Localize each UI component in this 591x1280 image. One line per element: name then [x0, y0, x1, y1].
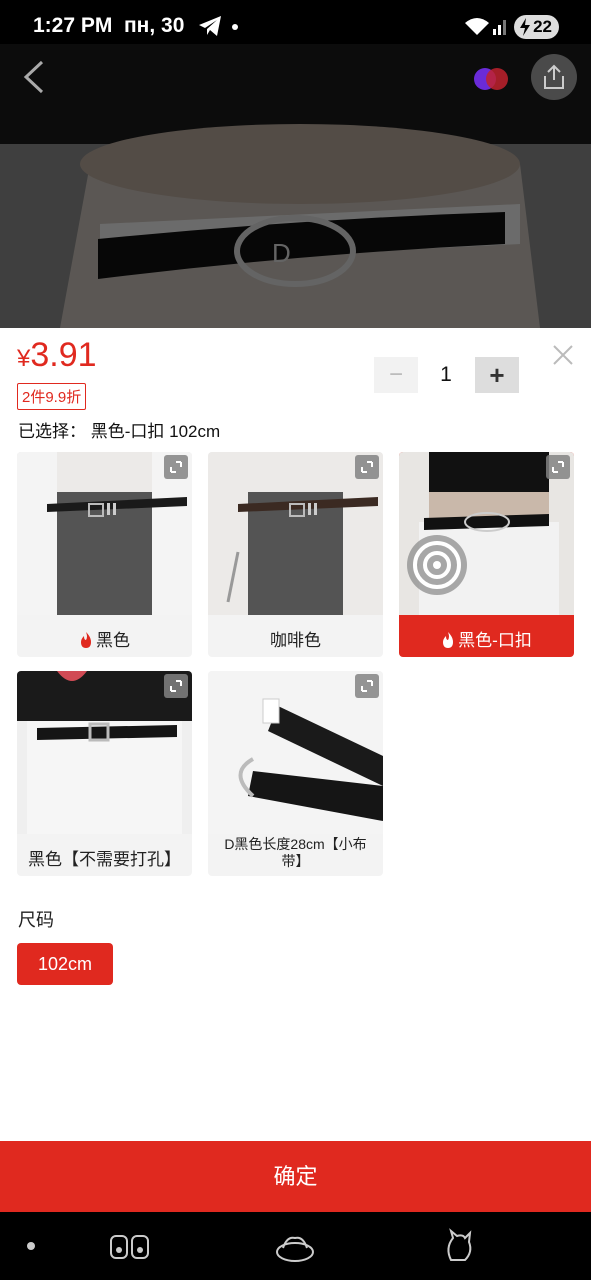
expand-icon[interactable]	[355, 674, 379, 698]
option-black[interactable]: 黑色	[17, 452, 192, 657]
option-label: 黑色-口扣	[399, 626, 574, 651]
option-label: 咖啡色	[270, 631, 321, 650]
option-label: 黑色	[17, 626, 192, 651]
size-title: 尺码	[18, 910, 54, 930]
option-label-text: 黑色-口扣	[458, 631, 532, 650]
telegram-icon	[199, 16, 221, 36]
quantity-value[interactable]: 1	[426, 363, 466, 387]
status-bar: 1:27 PM пн, 30 22	[0, 0, 591, 44]
price-value: 3.91	[30, 336, 97, 374]
confirm-button[interactable]: 确定	[0, 1141, 591, 1212]
notification-dot-icon	[232, 24, 238, 30]
cat-icon[interactable]	[437, 1228, 481, 1264]
expand-icon[interactable]	[546, 455, 570, 479]
quantity-increase-button[interactable]: +	[475, 357, 519, 393]
selected-prefix: 已选择：	[18, 422, 86, 441]
expand-icon[interactable]	[355, 455, 379, 479]
expand-icon[interactable]	[164, 455, 188, 479]
option-black-buckle[interactable]: 黑色-口扣	[399, 452, 574, 657]
share-button[interactable]	[531, 54, 577, 100]
cat-bed-icon[interactable]	[273, 1228, 317, 1264]
size-option-102cm[interactable]: 102cm	[17, 943, 113, 985]
signal-icon	[493, 20, 506, 35]
close-icon[interactable]	[552, 344, 574, 366]
price: ¥3.91	[17, 336, 97, 375]
fire-icon	[81, 632, 91, 648]
favorite-icon[interactable]	[468, 56, 514, 102]
option-label: 黑色【不需要打孔】	[28, 850, 181, 869]
expand-icon[interactable]	[164, 674, 188, 698]
option-label-text: 黑色	[96, 631, 130, 650]
back-arrow-icon[interactable]	[20, 60, 50, 94]
option-black-no-holes[interactable]: 黑色【不需要打孔】	[17, 671, 192, 876]
selected-value: 黑色-口扣 102cm	[90, 422, 221, 441]
status-date: пн, 30	[124, 14, 185, 37]
selected-summary: 已选择： 黑色-口扣 102cm	[18, 417, 220, 442]
option-d-ring-cloth[interactable]: D黑色长度28cm【小布带】	[208, 671, 383, 876]
price-currency: ¥	[17, 345, 31, 372]
share-icon	[544, 64, 564, 89]
battery-level: 22	[533, 17, 552, 36]
quantity-decrease-button[interactable]: −	[374, 357, 418, 393]
sku-selection-sheet: ¥3.91 2件9.9折 已选择： 黑色-口扣 102cm − 1 + 黑色 咖…	[0, 328, 591, 1212]
paws-icon[interactable]	[108, 1228, 152, 1264]
wifi-icon	[465, 18, 489, 35]
option-label: D黑色长度28cm【小布带】	[224, 836, 367, 869]
fire-icon	[443, 632, 454, 648]
promo-badge: 2件9.9折	[17, 383, 87, 410]
nav-dot-icon[interactable]	[27, 1242, 35, 1250]
bottom-nav-bar	[0, 1212, 591, 1280]
option-coffee[interactable]: 咖啡色	[208, 452, 383, 657]
status-time: 1:27 PM	[33, 14, 113, 37]
battery-icon: 22	[514, 15, 559, 39]
